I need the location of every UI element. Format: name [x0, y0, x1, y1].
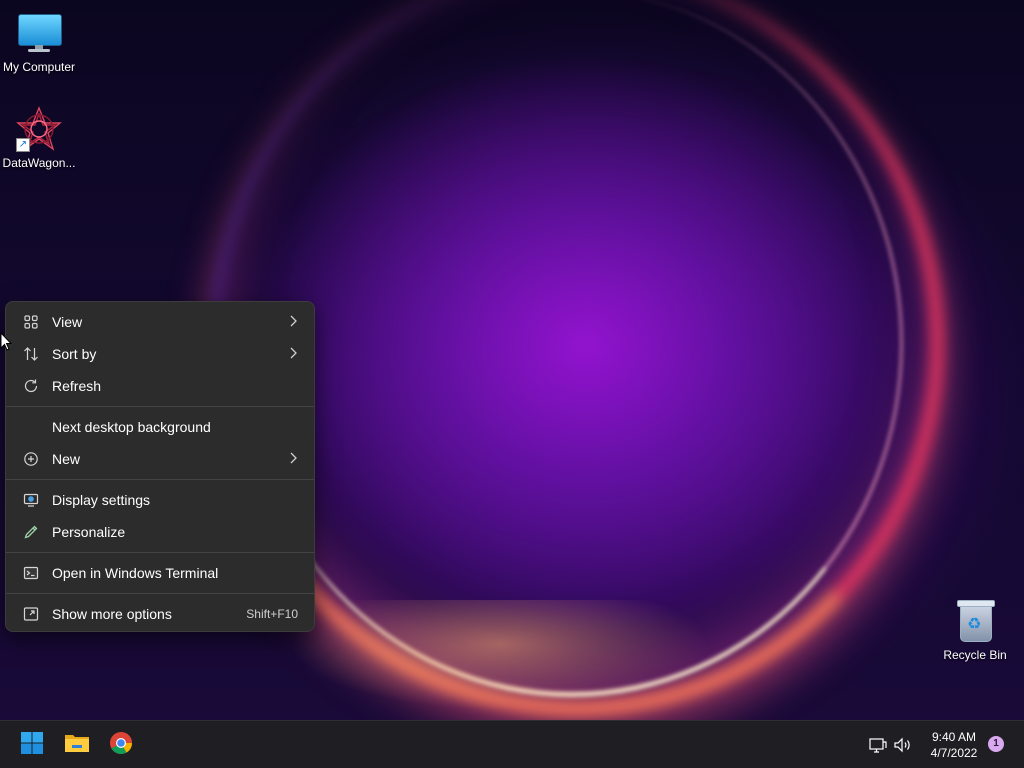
- taskbar-clock[interactable]: 9:40 AM 4/7/2022: [918, 729, 990, 761]
- network-icon[interactable]: [868, 721, 888, 768]
- menu-item-display-settings[interactable]: Display settings: [10, 484, 310, 516]
- wallpaper-glow: [290, 600, 710, 710]
- taskbar-chrome[interactable]: [105, 729, 137, 761]
- start-button[interactable]: [16, 729, 48, 761]
- desktop-context-menu: View Sort by Refresh Next desktop backgr…: [5, 301, 315, 632]
- menu-item-label: Next desktop background: [52, 419, 211, 435]
- datawagon-app-icon: ↗: [16, 106, 62, 152]
- clock-time: 9:40 AM: [931, 730, 977, 744]
- recycle-bin-icon: ♻: [952, 598, 998, 644]
- menu-item-label: Open in Windows Terminal: [52, 565, 219, 581]
- sort-icon: [10, 346, 52, 362]
- menu-item-personalize[interactable]: Personalize: [10, 516, 310, 548]
- refresh-icon: [10, 378, 52, 394]
- mouse-cursor-icon: [0, 331, 13, 357]
- wallpaper-arc-highlight: [240, 0, 903, 697]
- desktop-icon-label: Recycle Bin: [943, 648, 1007, 662]
- menu-separator: [6, 593, 314, 594]
- desktop-icon-label: DataWagon...: [2, 156, 76, 170]
- windows-logo-icon: [20, 731, 44, 760]
- wallpaper-arc: [210, 0, 944, 716]
- menu-item-label: Personalize: [52, 524, 126, 540]
- desktop-icon-recycle-bin[interactable]: ♻ Recycle Bin: [936, 598, 1014, 662]
- clock-date: 4/7/2022: [930, 746, 978, 760]
- menu-item-show-more-options[interactable]: Show more options Shift+F10: [10, 598, 310, 630]
- menu-item-new[interactable]: New: [10, 443, 310, 475]
- display-settings-icon: [10, 492, 52, 508]
- folder-icon: [64, 732, 90, 759]
- chrome-icon: [109, 731, 133, 760]
- show-more-icon: [10, 606, 52, 622]
- chevron-right-icon: [288, 315, 310, 330]
- menu-separator: [6, 552, 314, 553]
- menu-item-sort-by[interactable]: Sort by: [10, 338, 310, 370]
- menu-item-next-desktop-background[interactable]: Next desktop background: [10, 411, 310, 443]
- menu-item-label: Sort by: [52, 346, 97, 362]
- desktop-icon-label: My Computer: [2, 60, 76, 74]
- menu-item-refresh[interactable]: Refresh: [10, 370, 310, 402]
- menu-separator: [6, 479, 314, 480]
- chevron-right-icon: [288, 347, 310, 362]
- terminal-icon: [10, 565, 52, 581]
- menu-item-view[interactable]: View: [10, 306, 310, 338]
- desktop-icon-datawagon[interactable]: ↗ DataWagon...: [0, 106, 78, 170]
- menu-item-open-in-windows-terminal[interactable]: Open in Windows Terminal: [10, 557, 310, 589]
- menu-item-label: Refresh: [52, 378, 102, 394]
- pen-icon: [10, 524, 52, 540]
- taskbar-file-explorer[interactable]: [61, 729, 93, 761]
- desktop-icon-my-computer[interactable]: My Computer: [0, 10, 78, 74]
- menu-item-label: Show more options: [52, 606, 172, 622]
- grid-view-icon: [10, 314, 52, 330]
- menu-item-label: View: [52, 314, 83, 330]
- plus-circle-icon: [10, 451, 52, 467]
- volume-icon[interactable]: [893, 721, 913, 768]
- menu-item-label: Display settings: [52, 492, 151, 508]
- chevron-right-icon: [288, 452, 310, 467]
- shortcut-arrow-icon: ↗: [16, 138, 30, 152]
- monitor-icon: [16, 10, 62, 56]
- taskbar: 9:40 AM 4/7/2022: [0, 720, 1024, 768]
- notification-badge[interactable]: 1: [988, 736, 1004, 752]
- shortcut-label: Shift+F10: [246, 607, 298, 621]
- menu-item-label: New: [52, 451, 81, 467]
- menu-separator: [6, 406, 314, 407]
